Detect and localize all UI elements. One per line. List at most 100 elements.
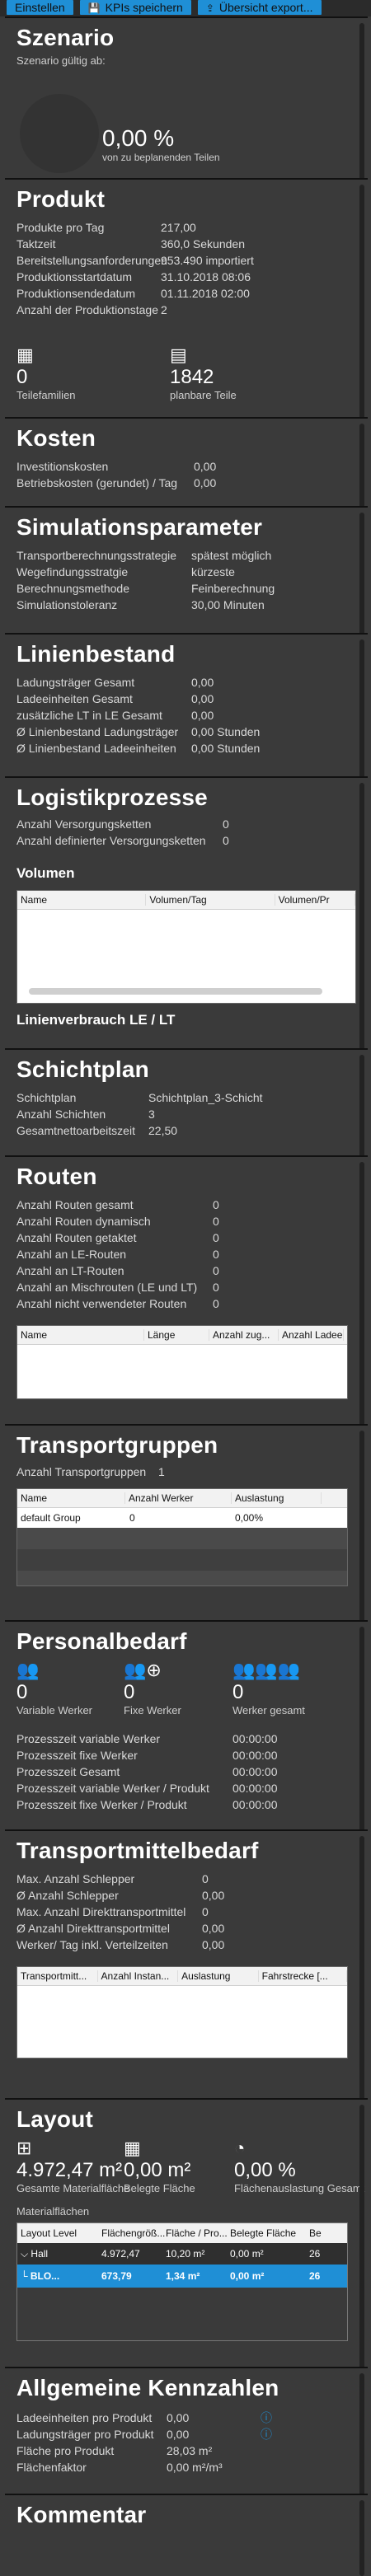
- scrollbar[interactable]: [359, 23, 364, 183]
- schichtplan-section: Schichtplan Schichtplan Schichtplan_3-Sch…: [5, 1048, 368, 1160]
- section-title: Logistikprozesse: [16, 785, 208, 810]
- transportgruppen-table[interactable]: Name Anzahl Werker Auslastung default Gr…: [16, 1488, 348, 1586]
- section-title: Transportmittelbedarf: [16, 1838, 259, 1863]
- volumen-table[interactable]: Name Volumen/Tag Volumen/Pr: [16, 890, 356, 1004]
- kv-row: Werker/ Tag inkl. Verteilzeiten 0,00: [16, 1938, 225, 1951]
- kv-row: Prozesszeit variable Werker 00:00:00: [16, 1732, 278, 1745]
- uebersicht-export-button[interactable]: ⇪ Übersicht export...: [197, 0, 322, 15]
- kv-row: Prozesszeit fixe Werker / Produkt 00:00:0…: [16, 1798, 278, 1811]
- flaechenauslastung-stat: ◔ 0,00 % Flächenauslastung Gesamt: [234, 2138, 365, 2194]
- table-header: Transportmitt... Anzahl Instan... Auslas…: [17, 1967, 348, 1986]
- parts-icon: ▤: [170, 344, 187, 365]
- einstellen-button[interactable]: Einstellen: [7, 0, 73, 15]
- scrollbar[interactable]: [359, 1431, 364, 1625]
- kv-row: Fläche pro Produkt 28,03 m²: [16, 2444, 213, 2457]
- info-icon[interactable]: ⓘ: [261, 2410, 272, 2426]
- column-header[interactable]: Anzahl Werker: [125, 1492, 232, 1504]
- szenario-section: Szenario Szenario gültig ab: 0,00 % von …: [5, 16, 368, 183]
- kv-row: Anzahl Schichten 3: [16, 1108, 155, 1121]
- scrollbar[interactable]: [359, 783, 364, 1048]
- simulation-section: Simulationsparameter Transportberechnung…: [5, 506, 368, 638]
- column-header[interactable]: Volumen/Tag: [146, 894, 275, 906]
- kv-row: Anzahl Routen getaktet 0: [16, 1231, 219, 1244]
- scrollbar[interactable]: [359, 1162, 364, 1429]
- kv-row: Prozesszeit Gesamt 00:00:00: [16, 1765, 278, 1778]
- column-header[interactable]: Name: [17, 1329, 144, 1341]
- werker-gesamt-stat: 👥👥👥 0 Werker gesamt: [232, 1660, 305, 1717]
- column-header[interactable]: Transportmitt...: [17, 1970, 98, 1982]
- column-header[interactable]: Belegte Fläche: [230, 2227, 309, 2239]
- transportmittel-section: Transportmittelbedarf Max. Anzahl Schlep…: [5, 1829, 368, 2103]
- kennzahlen-section: Allgemeine Kennzahlen Ladeeinheiten pro …: [5, 2367, 368, 2499]
- table-row[interactable]: ⌵ Hall 4.972,47 10,20 m² 0,00 m² 26: [17, 2243, 347, 2265]
- transportmittel-table[interactable]: Transportmitt... Anzahl Instan... Auslas…: [16, 1966, 348, 2058]
- kv-row: Anzahl an LE-Routen 0: [16, 1248, 219, 1261]
- column-header[interactable]: Anzahl zug...: [209, 1329, 279, 1341]
- column-header[interactable]: Fahrstrecke [...: [259, 1970, 348, 1982]
- scrollbar[interactable]: [359, 424, 364, 511]
- scrollbar[interactable]: [359, 185, 364, 422]
- kv-row: Ladungsträger pro Produkt 0,00 ⓘ: [16, 2426, 272, 2443]
- kv-row: Transportberechnungsstrategie spätest mög…: [16, 549, 272, 562]
- table-row-selected[interactable]: └ BLO... 673,79 1,34 m² 0,00 m² 26: [17, 2265, 347, 2288]
- kv-row: Ø Anzahl Schlepper 0,00: [16, 1889, 225, 1902]
- kv-row: Prozesszeit variable Werker / Produkt 00:…: [16, 1782, 278, 1795]
- routen-table[interactable]: Name Länge Anzahl zug... Anzahl Ladee: [16, 1325, 348, 1399]
- scrollbar[interactable]: [359, 639, 364, 781]
- kpis-speichern-button[interactable]: 💾 KPIs speichern: [79, 0, 191, 15]
- variable-werker-stat: 👥 0 Variable Werker: [16, 1660, 92, 1717]
- table-header: Layout Level Flächengröß... Fläche / Pro…: [17, 2223, 347, 2243]
- column-header[interactable]: Flächengröß...: [101, 2227, 166, 2239]
- kv-row: Anzahl an LT-Routen 0: [16, 1264, 219, 1277]
- kv-row: Flächenfaktor 0,00 m²/m³: [16, 2461, 223, 2474]
- column-header[interactable]: Auslastung: [232, 1492, 322, 1504]
- szenario-subtitle: Szenario gültig ab:: [16, 54, 106, 67]
- column-header[interactable]: Be: [309, 2227, 326, 2239]
- column-header[interactable]: Anzahl Instan...: [98, 1970, 179, 1982]
- table-row[interactable]: default Group 0 0,00%: [17, 1508, 347, 1528]
- kv-row: Simulationstoleranz 30,00 Minuten: [16, 598, 265, 611]
- column-header[interactable]: Auslastung: [178, 1970, 259, 1982]
- kv-row: Wegefindungsstratgie kürzeste: [16, 565, 235, 578]
- column-header[interactable]: Fläche / Pro...: [166, 2227, 230, 2239]
- section-title: Allgemeine Kennzahlen: [16, 2375, 279, 2400]
- column-header[interactable]: Name: [17, 894, 147, 906]
- table-empty-area: [17, 2288, 347, 2340]
- linienverbrauch-title: Linienverbrauch LE / LT: [16, 1012, 176, 1028]
- column-header[interactable]: Anzahl Ladee: [279, 1329, 344, 1341]
- scrollbar[interactable]: [359, 2500, 364, 2576]
- materialflaechen-table[interactable]: Layout Level Flächengröß... Fläche / Pro…: [16, 2222, 348, 2341]
- horizontal-scrollbar[interactable]: [29, 988, 322, 995]
- section-title: Produkt: [16, 186, 106, 212]
- transportgruppen-section: Transportgruppen Anzahl Transportgruppen…: [5, 1424, 368, 1625]
- scrollbar[interactable]: [359, 2105, 364, 2367]
- section-title: Schichtplan: [16, 1056, 149, 1082]
- szenario-caption: von zu beplanenden Teilen: [102, 152, 220, 163]
- kv-row: Gesamtnettoarbeitszeit 22,50: [16, 1124, 178, 1137]
- kv-row: Taktzeit 360,0 Sekunden: [16, 237, 245, 251]
- scrollbar[interactable]: [359, 1055, 364, 1160]
- scrollbar[interactable]: [359, 513, 364, 638]
- kv-row: Schichtplan Schichtplan_3-Schicht: [16, 1091, 263, 1104]
- section-title: Linienbestand: [16, 641, 176, 667]
- kv-row: Anzahl an Mischrouten (LE und LT) 0: [16, 1281, 219, 1294]
- kv-row: Ladeeinheiten Gesamt 0,00: [16, 692, 214, 705]
- szenario-value: 0,00 %: [102, 125, 175, 151]
- column-header[interactable]: Layout Level: [17, 2227, 101, 2239]
- scrollbar[interactable]: [359, 1627, 364, 1834]
- section-title: Szenario: [16, 25, 115, 50]
- logistik-section: Logistikprozesse Anzahl Versorgungskette…: [5, 776, 368, 1048]
- scrollbar[interactable]: [359, 1836, 364, 2103]
- kv-row: Max. Anzahl Schlepper 0: [16, 1872, 209, 1885]
- top-toolbar: Einstellen 💾 KPIs speichern ⇪ Übersicht ex…: [0, 0, 371, 16]
- column-header[interactable]: Volumen/Pr: [275, 894, 356, 906]
- personal-section: Personalbedarf 👥 0 Variable Werker 👥⊕ 0 …: [5, 1620, 368, 1834]
- section-title: Layout: [16, 2106, 93, 2132]
- column-header[interactable]: Name: [17, 1492, 125, 1504]
- column-header[interactable]: Länge: [144, 1329, 209, 1341]
- kv-row: Max. Anzahl Direkttransportmittel 0: [16, 1905, 209, 1918]
- scrollbar[interactable]: [359, 2373, 364, 2499]
- info-icon[interactable]: ⓘ: [261, 2426, 272, 2443]
- grid-icon: ⊞: [16, 2138, 32, 2158]
- layout-section: Layout ⊞ 4.972,47 m² Gesamte Materialflä…: [5, 2098, 368, 2367]
